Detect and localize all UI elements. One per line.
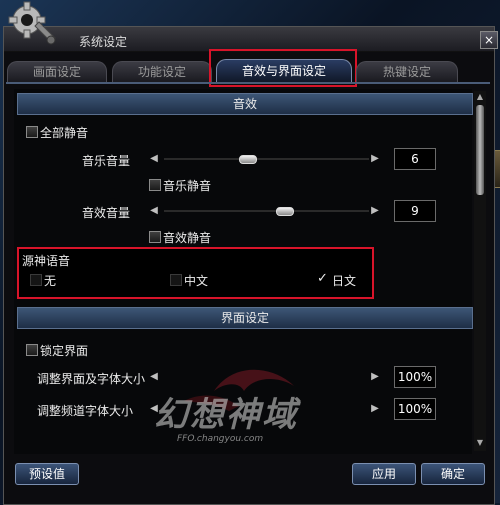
mute-all-checkbox[interactable] [26,126,38,138]
voice-none-radio[interactable] [30,274,42,286]
close-button[interactable]: × [480,31,498,49]
lock-interface-checkbox[interactable] [26,344,38,356]
interface-section-header: 界面设定 [17,307,473,329]
scroll-down-icon[interactable]: ▼ [474,437,486,449]
channel-font-size-label: 调整频道字体大小 [37,404,134,418]
effect-mute-checkbox[interactable] [149,231,161,243]
default-values-button[interactable]: 预设值 [15,463,79,485]
ui-font-size-value[interactable]: 100% [394,366,436,388]
ui-font-size-increase-icon[interactable]: ▶ [370,371,380,383]
window-title: 系统设定 [79,35,128,49]
effect-volume-decrease-icon[interactable]: ◀ [149,205,159,217]
music-volume-label: 音乐音量 [82,154,131,168]
music-volume-value[interactable]: 6 [394,148,436,170]
mute-all-label: 全部静音 [40,126,89,140]
lock-interface-label: 锁定界面 [40,344,89,358]
sound-section-header: 音效 [17,93,473,115]
music-volume-decrease-icon[interactable]: ◀ [149,153,159,165]
ui-font-size-label: 调整界面及字体大小 [37,372,146,386]
voice-japanese-check-icon[interactable]: ✓ [317,271,328,286]
watermark-logo-text: 幻想神域 [154,395,298,435]
scrollbar-thumb[interactable] [476,105,484,195]
effect-volume-label: 音效音量 [82,206,131,220]
tab-display[interactable]: 画面设定 [7,61,107,82]
music-mute-checkbox[interactable] [149,179,161,191]
voice-japanese-label: 日文 [332,274,357,288]
settings-gear-icon [8,1,56,45]
confirm-button[interactable]: 确定 [421,463,485,485]
music-volume-increase-icon[interactable]: ▶ [370,153,380,165]
effect-volume-value[interactable]: 9 [394,200,436,222]
music-mute-label: 音乐静音 [163,179,212,193]
channel-font-size-decrease-icon[interactable]: ◀ [149,403,159,415]
effect-volume-slider[interactable] [164,207,369,216]
channel-font-size-value[interactable]: 100% [394,398,436,420]
music-volume-thumb[interactable] [239,155,257,164]
effect-volume-thumb[interactable] [276,207,294,216]
voice-none-label: 无 [44,274,57,288]
apply-button[interactable]: 应用 [352,463,416,485]
music-volume-slider[interactable] [164,155,369,164]
scroll-up-icon[interactable]: ▲ [474,91,486,103]
voice-chinese-label: 中文 [184,274,209,288]
effect-mute-label: 音效静音 [163,231,212,245]
channel-font-size-increase-icon[interactable]: ▶ [370,403,380,415]
voice-section-title: 源神语音 [22,254,71,268]
voice-chinese-radio[interactable] [170,274,182,286]
system-settings-dialog: 系统设定 × 画面设定 功能设定 音效与界面设定 热键设定 音效 全部静音 音乐… [3,26,498,505]
effect-volume-increase-icon[interactable]: ▶ [370,205,380,217]
tab-divider [6,82,490,84]
tab-hotkeys[interactable]: 热键设定 [356,61,458,82]
watermark-url: FFO.changyou.com [177,434,264,444]
tab-function[interactable]: 功能设定 [112,61,212,82]
ui-font-size-decrease-icon[interactable]: ◀ [149,371,159,383]
